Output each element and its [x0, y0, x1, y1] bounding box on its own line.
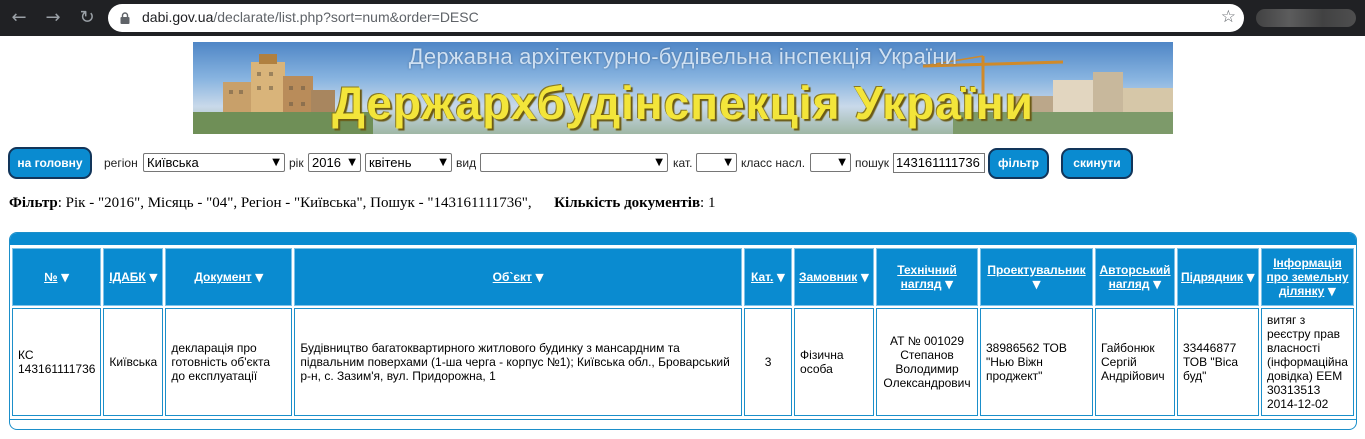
- col-header-author-supervision[interactable]: Авторський нагляд ▼: [1094, 248, 1175, 306]
- browser-toolbar: ← → ↻ dabi.gov.ua/declarate/list.php?sor…: [0, 0, 1365, 36]
- declarations-table-container: № ▼ ІДАБК ▼ Документ ▼ Об`єкт ▼ Кат. ▼ З…: [9, 232, 1357, 430]
- sort-desc-icon: ▼: [149, 271, 158, 284]
- region-select[interactable]: Київська ▼: [143, 153, 285, 172]
- sort-desc-icon: ▼: [776, 271, 786, 284]
- back-icon[interactable]: ←: [8, 7, 30, 29]
- region-label: регіон: [104, 156, 138, 170]
- extensions-area: [1256, 9, 1356, 27]
- cell-contractor: 33446877 ТОВ "Віса буд": [1176, 308, 1259, 416]
- kind-label: вид: [456, 156, 477, 170]
- cell-tech-supervision: АТ № 001029 Степанов Володимир Олександр…: [876, 308, 978, 416]
- sort-desc-icon: ▼: [1246, 271, 1255, 284]
- table-header-row: № ▼ ІДАБК ▼ Документ ▼ Об`єкт ▼ Кат. ▼ З…: [12, 248, 1354, 306]
- col-header-category[interactable]: Кат. ▼: [744, 248, 793, 306]
- year-label: рік: [289, 156, 304, 170]
- cell-object: Будівництво багатоквартирного житлового …: [294, 308, 743, 416]
- class-label: класс насл.: [741, 156, 806, 170]
- sort-desc-icon: ▼: [254, 271, 264, 284]
- category-select[interactable]: ▼: [696, 153, 737, 172]
- chevron-down-icon: ▼: [272, 157, 280, 168]
- col-header-document[interactable]: Документ ▼: [165, 248, 293, 306]
- cell-idabk: Київська: [103, 308, 164, 416]
- chevron-down-icon: ▼: [838, 157, 846, 168]
- home-button[interactable]: на головну: [8, 147, 92, 179]
- bookmark-star-icon[interactable]: ☆: [1221, 7, 1236, 27]
- search-input[interactable]: 143161111736: [893, 153, 985, 173]
- cell-land-info: витяг з реєстру прав власності (інформац…: [1260, 308, 1354, 416]
- lock-icon: [120, 12, 130, 24]
- col-header-land-info[interactable]: Інформація про земельну ділянку ▼: [1260, 248, 1354, 306]
- table-row: КС 143161111736 Київська декларація про …: [12, 308, 1354, 416]
- category-label: кат.: [673, 156, 693, 170]
- cell-designer: 38986562 ТОВ "Нью Віжн проджект": [980, 308, 1093, 416]
- address-bar[interactable]: dabi.gov.ua/declarate/list.php?sort=num&…: [108, 4, 1244, 32]
- table-bottom-line: [10, 419, 1356, 420]
- col-header-designer[interactable]: Проектувальник ▼: [980, 248, 1093, 306]
- cell-category: 3: [744, 308, 793, 416]
- filter-summary: Фільтр: Рік - "2016", Місяць - "04", Рег…: [9, 195, 716, 211]
- chevron-down-icon: ▼: [439, 157, 447, 168]
- chevron-down-icon: ▼: [724, 157, 732, 168]
- month-select[interactable]: квітень ▼: [365, 153, 452, 172]
- class-select[interactable]: ▼: [810, 153, 851, 172]
- banner-title: Держархбудінспекція України: [332, 77, 1034, 129]
- forward-icon[interactable]: →: [42, 7, 64, 29]
- chevron-down-icon: ▼: [348, 157, 356, 168]
- reload-icon[interactable]: ↻: [76, 7, 98, 29]
- col-header-customer[interactable]: Замовник ▼: [794, 248, 875, 306]
- sort-desc-icon: ▼: [1327, 285, 1337, 298]
- cell-document: декларація про готовність об'єкта до екс…: [165, 308, 293, 416]
- sort-desc-icon: ▼: [1032, 278, 1041, 291]
- sort-desc-icon: ▼: [860, 271, 870, 284]
- sort-desc-icon: ▼: [1152, 278, 1162, 291]
- cell-author-supervision: Гайбонюк Сергій Андрійович: [1094, 308, 1175, 416]
- kind-select[interactable]: ▼: [480, 153, 668, 172]
- sort-desc-icon: ▼: [944, 278, 954, 291]
- banner-subtitle: Державна архітектурно-будівельна інспекц…: [408, 44, 958, 69]
- site-banner: Державна архітектурно-будівельна інспекц…: [193, 42, 1173, 134]
- sort-desc-icon: ▼: [535, 271, 544, 284]
- col-header-idabk[interactable]: ІДАБК ▼: [103, 248, 164, 306]
- table-top-bar: [10, 233, 1356, 245]
- col-header-contractor[interactable]: Підрядник ▼: [1176, 248, 1259, 306]
- reset-button[interactable]: скинути: [1061, 148, 1133, 179]
- url-text: dabi.gov.ua/declarate/list.php?sort=num&…: [142, 9, 479, 25]
- declarations-table: № ▼ ІДАБК ▼ Документ ▼ Об`єкт ▼ Кат. ▼ З…: [10, 246, 1356, 418]
- year-select[interactable]: 2016 ▼: [308, 153, 361, 172]
- chevron-down-icon: ▼: [655, 157, 663, 168]
- filter-button[interactable]: фільтр: [988, 148, 1049, 179]
- sort-desc-icon: ▼: [60, 271, 70, 284]
- search-label: пошук: [855, 156, 890, 170]
- cell-number: КС 143161111736: [12, 308, 102, 416]
- cell-customer: Фізична особа: [794, 308, 875, 416]
- col-header-tech-supervision[interactable]: Технічний нагляд ▼: [876, 248, 978, 306]
- col-header-object[interactable]: Об`єкт ▼: [294, 248, 743, 306]
- col-header-number[interactable]: № ▼: [12, 248, 102, 306]
